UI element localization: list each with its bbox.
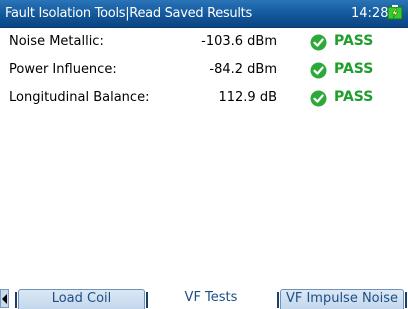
clock: 14:28 [351, 6, 389, 21]
result-value: -84.2 dBm [209, 62, 277, 77]
status-pass: PASS [334, 61, 374, 77]
result-label: Noise Metallic: [9, 34, 104, 49]
result-row-power-influence: Power Influence: -84.2 dBm PASS [0, 58, 408, 84]
result-value: 112.9 dB [218, 90, 277, 105]
status-pass: PASS [334, 33, 374, 49]
battery-charging-icon [387, 5, 404, 20]
check-circle-icon [310, 62, 327, 79]
tab-label: Load Coil [51, 291, 112, 306]
tab-bar: Load Coil VF Tests VF Impulse Noise [0, 286, 408, 309]
check-circle-icon [310, 34, 327, 51]
window-title: Fault Isolation Tools|Read Saved Results [5, 6, 252, 21]
tab-load-coil[interactable]: Load Coil [15, 289, 148, 309]
status-pass: PASS [334, 89, 374, 105]
result-label: Power Influence: [9, 62, 117, 77]
results-panel: Noise Metallic: -103.6 dBm PASS Power In… [0, 28, 408, 288]
tab-vf-tests[interactable]: VF Tests [155, 289, 267, 309]
chevron-left-icon [2, 294, 7, 304]
tab-label: VF Impulse Noise [285, 291, 399, 306]
result-row-noise-metallic: Noise Metallic: -103.6 dBm PASS [0, 30, 408, 56]
tab-label: VF Tests [184, 290, 238, 305]
tab-scroll-left-button[interactable] [0, 289, 9, 308]
result-value: -103.6 dBm [201, 34, 277, 49]
result-row-longitudinal-balance: Longitudinal Balance: 112.9 dB PASS [0, 86, 408, 112]
check-circle-icon [310, 90, 327, 107]
result-label: Longitudinal Balance: [9, 90, 150, 105]
tab-vf-impulse-noise[interactable]: VF Impulse Noise [277, 289, 407, 309]
title-bar: Fault Isolation Tools|Read Saved Results… [0, 0, 408, 28]
